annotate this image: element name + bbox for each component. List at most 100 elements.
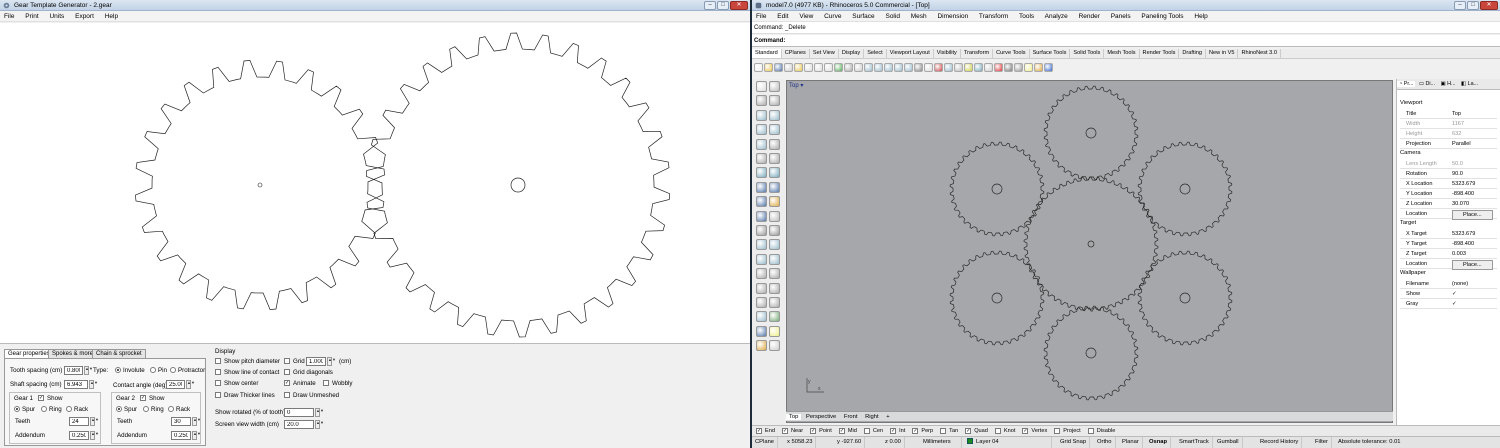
view-tab-front[interactable]: Front — [841, 414, 861, 420]
lower-left-gear-shaft-hole[interactable] — [991, 292, 1003, 304]
toolbar-tab-select[interactable]: Select — [864, 49, 887, 58]
object-properties-icon[interactable] — [984, 63, 993, 72]
join-icon[interactable] — [756, 282, 767, 294]
upper-right-gear-outline[interactable] — [1137, 141, 1233, 237]
gear-2-spur-radio[interactable]: Spur — [116, 405, 137, 414]
property-row-camera-lens-length[interactable]: Lens Length 50.0 — [1400, 159, 1497, 169]
array-icon[interactable] — [769, 297, 780, 308]
top-viewport[interactable]: Top ▾ xy — [786, 80, 1393, 423]
help-icon[interactable] — [1044, 63, 1053, 72]
gear-1-show-checkbox[interactable]: ✓ Show — [38, 394, 62, 403]
property-row-viewport-projection[interactable]: Projection Parallel — [1400, 139, 1497, 149]
property-value[interactable]: 1167 — [1452, 119, 1464, 129]
lower-right-gear-shaft-hole[interactable] — [1179, 292, 1191, 304]
top-gear-outline[interactable] — [1043, 85, 1139, 181]
gear-canvas[interactable] — [0, 23, 750, 343]
light-bulb-icon[interactable] — [769, 325, 780, 337]
panel-tab-display[interactable]: ▭ Di... — [1417, 81, 1437, 87]
menu-units[interactable]: Units — [49, 13, 64, 20]
light-icon[interactable] — [1024, 63, 1033, 72]
tooth-spacing-input[interactable] — [64, 366, 83, 375]
show-line-of-contact-checkbox[interactable]: Show line of contact — [215, 368, 279, 377]
toolbar-tab-solid-tools[interactable]: Solid Tools — [1070, 49, 1105, 58]
rectangle-icon[interactable] — [769, 124, 780, 136]
gear-1-addendum-spinner[interactable]: ▲▼ — [90, 431, 99, 440]
tab-gear-properties[interactable]: Gear properties — [4, 349, 54, 358]
property-value[interactable]: -898.400 — [1452, 189, 1474, 199]
new-file-icon[interactable] — [754, 63, 763, 72]
place-button[interactable]: Place... — [1452, 210, 1493, 220]
bottom-gear-shaft-hole[interactable] — [1085, 347, 1097, 359]
property-value[interactable]: (none) — [1452, 279, 1468, 289]
property-row-target-y-target[interactable]: Y Target -898.400 — [1400, 239, 1497, 249]
menu-edit[interactable]: Edit — [777, 13, 788, 20]
group-icon[interactable] — [756, 297, 767, 308]
property-value[interactable]: 0.003 — [1452, 249, 1466, 259]
toolbar-tab-mesh-tools[interactable]: Mesh Tools — [1104, 49, 1140, 58]
toolbar-tab-surface-tools[interactable]: Surface Tools — [1030, 49, 1071, 58]
center-gear-shaft-hole[interactable] — [1087, 240, 1095, 248]
record-history-toggle[interactable]: Record History — [1257, 437, 1303, 448]
property-row-wallpaper-filename[interactable]: Filename (none) — [1400, 279, 1497, 289]
view-tab-perspective[interactable]: Perspective — [803, 414, 839, 420]
menu-help[interactable]: Help — [1194, 13, 1207, 20]
screen-width-spinner[interactable]: ▲▼ — [315, 420, 324, 429]
property-row-viewport-height[interactable]: Height 632 — [1400, 129, 1497, 139]
property-row-camera-location[interactable]: Location Place... — [1400, 209, 1497, 220]
property-row-camera-rotation[interactable]: Rotation 90.0 — [1400, 169, 1497, 179]
type-involute-radio[interactable]: Involute — [115, 366, 145, 375]
property-value[interactable]: -898.400 — [1452, 239, 1474, 249]
cylinder-icon[interactable] — [756, 196, 767, 208]
upper-left-gear-shaft-hole[interactable] — [991, 183, 1003, 195]
gear-2-rack-radio[interactable]: Rack — [168, 405, 190, 414]
panel-tab-properties[interactable]: ◔ Pr... — [1397, 81, 1416, 87]
status-units[interactable]: Millimeters — [920, 437, 962, 448]
close-button[interactable]: ✕ — [1480, 1, 1498, 10]
menu-dimension[interactable]: Dimension — [937, 13, 968, 20]
toolbar-tab-standard[interactable]: Standard — [752, 49, 782, 58]
center-gear-outline[interactable] — [1023, 176, 1159, 312]
grid-checkbox[interactable]: Grid — [284, 357, 305, 366]
toolbar-tab-drafting[interactable]: Drafting — [1179, 49, 1206, 58]
wobbly-checkbox[interactable]: Wobbly — [323, 379, 353, 388]
text-icon[interactable] — [756, 225, 767, 236]
menu-print[interactable]: Print — [25, 13, 38, 20]
polygon-icon[interactable] — [756, 138, 767, 150]
menu-panels[interactable]: Panels — [1111, 13, 1131, 20]
menu-tools[interactable]: Tools — [1019, 13, 1034, 20]
gear-2-addendum-spinner[interactable]: ▲▼ — [192, 431, 201, 440]
property-row-camera-y-location[interactable]: Y Location -898.400 — [1400, 189, 1497, 199]
show-icon[interactable] — [944, 63, 953, 72]
box-icon[interactable] — [756, 181, 767, 193]
property-value[interactable]: 5323.679 — [1452, 179, 1475, 189]
zoom-extents-icon[interactable] — [874, 63, 883, 72]
toolbar-tab-set-view[interactable]: Set View — [810, 49, 839, 58]
tooth-spacing-spinner[interactable]: ▲▼ — [84, 366, 93, 375]
gear-2-ring-radio[interactable]: Ring — [143, 405, 164, 414]
gear-2-teeth-spinner[interactable]: ▲▼ — [192, 417, 201, 426]
extrude-icon[interactable] — [769, 196, 780, 208]
close-button[interactable]: ✕ — [730, 1, 748, 10]
rotate-object-icon[interactable] — [756, 253, 767, 265]
analyze-icon[interactable] — [756, 311, 767, 323]
tab-spokes[interactable]: Spokes & more — [48, 349, 98, 358]
property-row-target-location[interactable]: Location Place... — [1400, 259, 1497, 270]
add-view-tab-icon[interactable]: + — [883, 414, 892, 420]
property-value[interactable]: 50.0 — [1452, 159, 1463, 169]
menu-transform[interactable]: Transform — [979, 13, 1008, 20]
minimize-button[interactable]: – — [1454, 1, 1466, 10]
grid-icon[interactable] — [914, 63, 923, 72]
property-row-wallpaper-show[interactable]: Show ✓ — [1400, 289, 1497, 299]
draw-thicker-lines-checkbox[interactable]: Draw Thicker lines — [215, 391, 275, 400]
check-icon[interactable] — [769, 311, 780, 323]
panel-tab-help[interactable]: ▣ H... — [1439, 81, 1458, 87]
circle-icon[interactable] — [756, 109, 767, 121]
fillet-icon[interactable] — [756, 153, 767, 164]
property-row-target-x-target[interactable]: X Target 5323.679 — [1400, 229, 1497, 239]
import-icon[interactable] — [794, 63, 803, 72]
open-icon[interactable] — [764, 63, 773, 72]
toolbar-tab-curve-tools[interactable]: Curve Tools — [993, 49, 1030, 58]
panel-tab-layers[interactable]: ◧ La... — [1459, 81, 1480, 87]
property-row-camera-x-location[interactable]: X Location 5323.679 — [1400, 179, 1497, 189]
gear-2-teeth-input[interactable] — [171, 417, 191, 426]
